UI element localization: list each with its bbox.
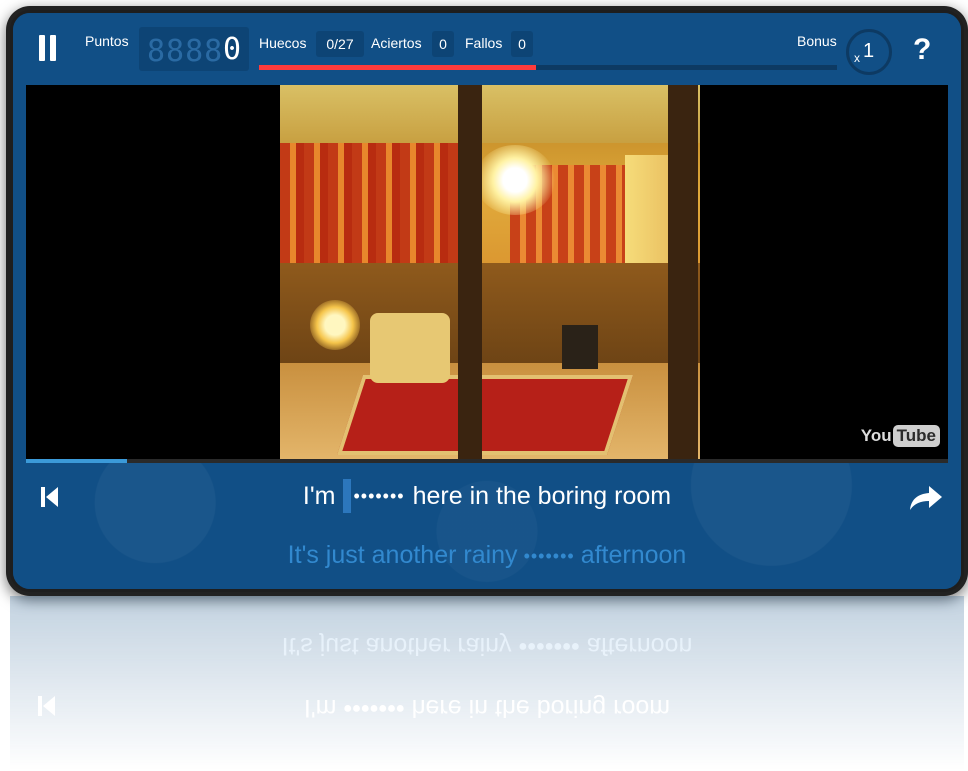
- timer-bar: [259, 65, 837, 70]
- share-arrow-icon: [910, 486, 942, 510]
- pause-button[interactable]: [39, 35, 57, 61]
- current-lyric-before: I'm: [302, 481, 336, 510]
- reflection-skip-back-bar: [38, 696, 42, 716]
- points-ghost-digits: 8888: [147, 34, 224, 69]
- top-bar: Puntos 8888 0 Huecos 0/27 Aciertos 0 Fal…: [13, 13, 961, 85]
- reflection-current-before: I'm: [303, 694, 337, 722]
- scene-chandelier: [475, 145, 555, 215]
- points-label: Puntos: [85, 33, 129, 49]
- gaps-label: Huecos: [259, 35, 307, 51]
- misses-value: 0: [511, 31, 533, 57]
- scene-pillar: [458, 85, 482, 459]
- reflection-skip-back-icon: [38, 696, 56, 716]
- next-lyric-before: It's just another rainy: [287, 541, 518, 569]
- video-progress-fill: [26, 459, 128, 463]
- game-panel: Puntos 8888 0 Huecos 0/27 Aciertos 0 Fal…: [10, 10, 964, 592]
- reflection-next-line: It's just another rainy ••••••• afternoo…: [10, 631, 964, 660]
- scene-ceiling: [280, 85, 700, 143]
- scene-pillar: [668, 85, 698, 459]
- share-button[interactable]: [908, 483, 944, 513]
- youtube-logo-tube: Tube: [892, 425, 940, 447]
- pause-icon: [39, 35, 45, 61]
- video-progress-bar[interactable]: [26, 459, 948, 463]
- reflection-skip-back-triangle: [43, 696, 55, 716]
- bonus-label: Bonus: [797, 33, 837, 49]
- scene-speaker: [562, 325, 598, 369]
- panel-reflection: I'm ••••••• here in the boring room It's…: [10, 596, 964, 771]
- next-lyric-after: afternoon: [580, 541, 687, 569]
- current-lyric-gap[interactable]: •••••••: [353, 486, 404, 507]
- reflection-next-gap: •••••••: [518, 632, 580, 660]
- points-value: 0: [222, 31, 241, 67]
- pause-icon: [50, 35, 56, 61]
- youtube-logo-you: You: [860, 426, 892, 445]
- help-button[interactable]: ?: [913, 33, 931, 67]
- scene-rug: [337, 375, 633, 455]
- scene-lamp: [310, 300, 360, 350]
- reflection-next-after: afternoon: [586, 632, 693, 660]
- points-display: 8888 0: [139, 27, 249, 71]
- reflection-content: I'm ••••••• here in the boring room It's…: [10, 596, 964, 770]
- bonus-value: 1: [863, 40, 875, 62]
- gaps-value: 0/27: [316, 31, 364, 57]
- scene-sofa: [370, 313, 450, 383]
- hits-label: Aciertos: [371, 35, 422, 51]
- youtube-logo[interactable]: You Tube: [861, 425, 940, 447]
- reflection-next-before: It's just another rainy: [281, 632, 512, 660]
- hits-value: 0: [432, 31, 454, 57]
- next-lyric-line: It's just another rainy ••••••• afternoon: [13, 541, 961, 570]
- bonus-prefix: x: [854, 51, 860, 65]
- reflection-current-gap: •••••••: [343, 694, 405, 722]
- video-frame: [280, 85, 700, 459]
- current-lyric-after: here in the boring room: [412, 481, 672, 510]
- timer-bar-fill: [259, 65, 537, 70]
- next-lyric-gap: •••••••: [523, 545, 575, 566]
- reflection-current-after: here in the boring room: [411, 694, 671, 722]
- misses-label: Fallos: [465, 35, 503, 51]
- scene-wallpaper: [280, 143, 470, 263]
- question-icon: ?: [913, 33, 932, 66]
- reflection-current-line: I'm ••••••• here in the boring room: [10, 693, 964, 722]
- video-player[interactable]: You Tube: [26, 85, 948, 459]
- gap-cursor: [343, 479, 352, 513]
- current-lyric-line: I'm ••••••• here in the boring room: [13, 479, 961, 513]
